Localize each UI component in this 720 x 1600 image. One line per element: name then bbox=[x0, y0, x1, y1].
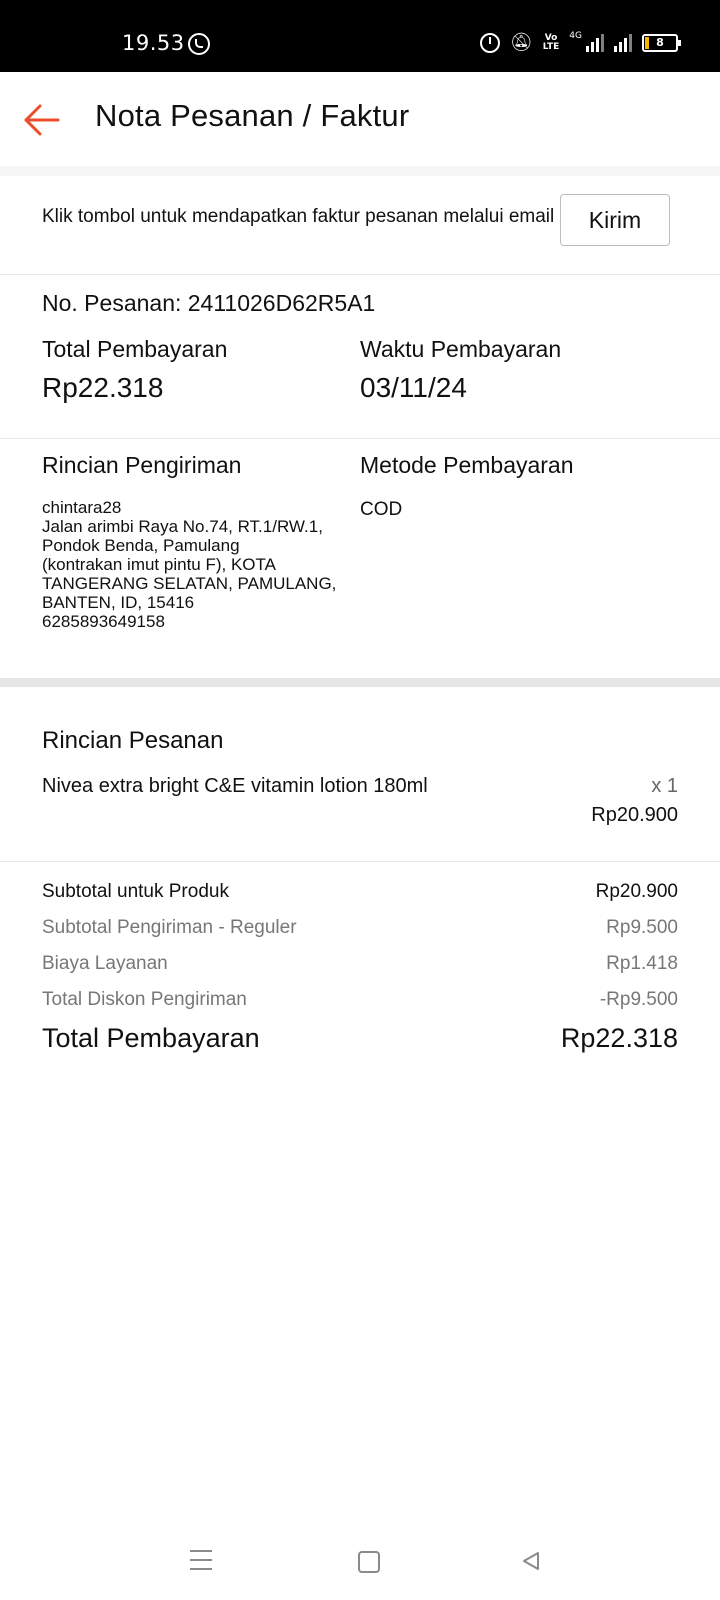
home-icon[interactable] bbox=[358, 1551, 380, 1573]
product-price: Rp20.900 bbox=[591, 804, 678, 826]
whatsapp-icon bbox=[188, 33, 210, 55]
status-icons: 🔕︎ Vo LTE 4G 8 bbox=[479, 31, 681, 54]
summary-value: -Rp9.500 bbox=[599, 989, 678, 1010]
signal-icon bbox=[586, 34, 604, 52]
summary-label: Subtotal untuk Produk bbox=[42, 881, 229, 902]
summary-row: Subtotal untuk Produk Rp20.900 bbox=[42, 881, 678, 911]
shipping-section: Rincian Pengiriman Metode Pembayaran chi… bbox=[0, 438, 720, 678]
shipping-address: chintara28 Jalan arimbi Raya No.74, RT.1… bbox=[42, 498, 342, 631]
app-header: Nota Pesanan / Faktur bbox=[0, 72, 720, 167]
battery-icon: 8 bbox=[642, 34, 681, 52]
alarm-icon bbox=[479, 33, 500, 53]
summary-value: Rp1.418 bbox=[606, 953, 678, 974]
email-invoice-message: Klik tombol untuk mendapatkan faktur pes… bbox=[42, 206, 555, 227]
back-triangle-icon[interactable] bbox=[520, 1550, 542, 1572]
summary-value: Rp9.500 bbox=[606, 917, 678, 938]
recipient-phone: 6285893649158 bbox=[42, 612, 165, 631]
order-number: No. Pesanan: 2411026D62R5A1 bbox=[42, 290, 376, 316]
shipping-details-title: Rincian Pengiriman bbox=[42, 452, 242, 478]
back-arrow-icon[interactable] bbox=[22, 100, 62, 140]
order-items-title: Rincian Pesanan bbox=[42, 727, 224, 754]
section-divider bbox=[0, 166, 720, 176]
status-time: 19.53 bbox=[122, 31, 185, 55]
address-line: TANGERANG SELATAN, PAMULANG, bbox=[42, 574, 337, 593]
total-payment-value: Rp22.318 bbox=[42, 372, 164, 403]
summary-total-label: Total Pembayaran bbox=[42, 1023, 260, 1053]
summary-label: Subtotal Pengiriman - Reguler bbox=[42, 917, 297, 938]
summary-row: Subtotal Pengiriman - Reguler Rp9.500 bbox=[42, 917, 678, 947]
summary-label: Biaya Layanan bbox=[42, 953, 168, 974]
summary-row: Biaya Layanan Rp1.418 bbox=[42, 953, 678, 983]
total-payment-label: Total Pembayaran bbox=[42, 336, 228, 362]
address-line: Pondok Benda, Pamulang bbox=[42, 536, 240, 555]
section-divider-thick bbox=[0, 678, 720, 687]
system-nav-bar bbox=[0, 1530, 720, 1600]
payment-method-value: COD bbox=[360, 499, 403, 520]
signal-icon-2 bbox=[614, 34, 632, 52]
order-info-section: No. Pesanan: 2411026D62R5A1 Total Pembay… bbox=[0, 274, 720, 439]
send-invoice-button[interactable]: Kirim bbox=[560, 194, 670, 246]
battery-level: 8 bbox=[656, 36, 664, 49]
summary-row: Total Diskon Pengiriman -Rp9.500 bbox=[42, 989, 678, 1019]
email-invoice-section: Klik tombol untuk mendapatkan faktur pes… bbox=[0, 176, 720, 275]
product-quantity: x 1 bbox=[651, 775, 678, 797]
summary-total-row: Total Pembayaran Rp22.318 bbox=[42, 1023, 678, 1063]
summary-label: Total Diskon Pengiriman bbox=[42, 989, 247, 1010]
menu-icon[interactable] bbox=[190, 1550, 212, 1570]
mute-icon: 🔕︎ bbox=[509, 32, 533, 53]
recipient-name: chintara28 bbox=[42, 498, 122, 517]
payment-summary: Subtotal untuk Produk Rp20.900 Subtotal … bbox=[0, 861, 720, 1091]
payment-method-label: Metode Pembayaran bbox=[360, 452, 574, 478]
order-items-section: Rincian Pesanan Nivea extra bright C&E v… bbox=[0, 687, 720, 862]
address-line: (kontrakan imut pintu F), KOTA bbox=[42, 555, 276, 574]
summary-total-value: Rp22.318 bbox=[560, 1023, 678, 1053]
volte-icon: Vo LTE bbox=[542, 33, 560, 52]
status-bar: 19.53 🔕︎ Vo LTE 4G 8 bbox=[0, 0, 720, 72]
network-type-label: 4G bbox=[569, 31, 582, 41]
summary-value: Rp20.900 bbox=[595, 881, 678, 902]
payment-time-label: Waktu Pembayaran bbox=[360, 336, 562, 362]
product-name: Nivea extra bright C&E vitamin lotion 18… bbox=[42, 775, 428, 797]
payment-time-value: 03/11/24 bbox=[360, 372, 467, 403]
address-line: BANTEN, ID, 15416 bbox=[42, 593, 195, 612]
address-line: Jalan arimbi Raya No.74, RT.1/RW.1, bbox=[42, 517, 323, 536]
page-title: Nota Pesanan / Faktur bbox=[95, 98, 410, 133]
